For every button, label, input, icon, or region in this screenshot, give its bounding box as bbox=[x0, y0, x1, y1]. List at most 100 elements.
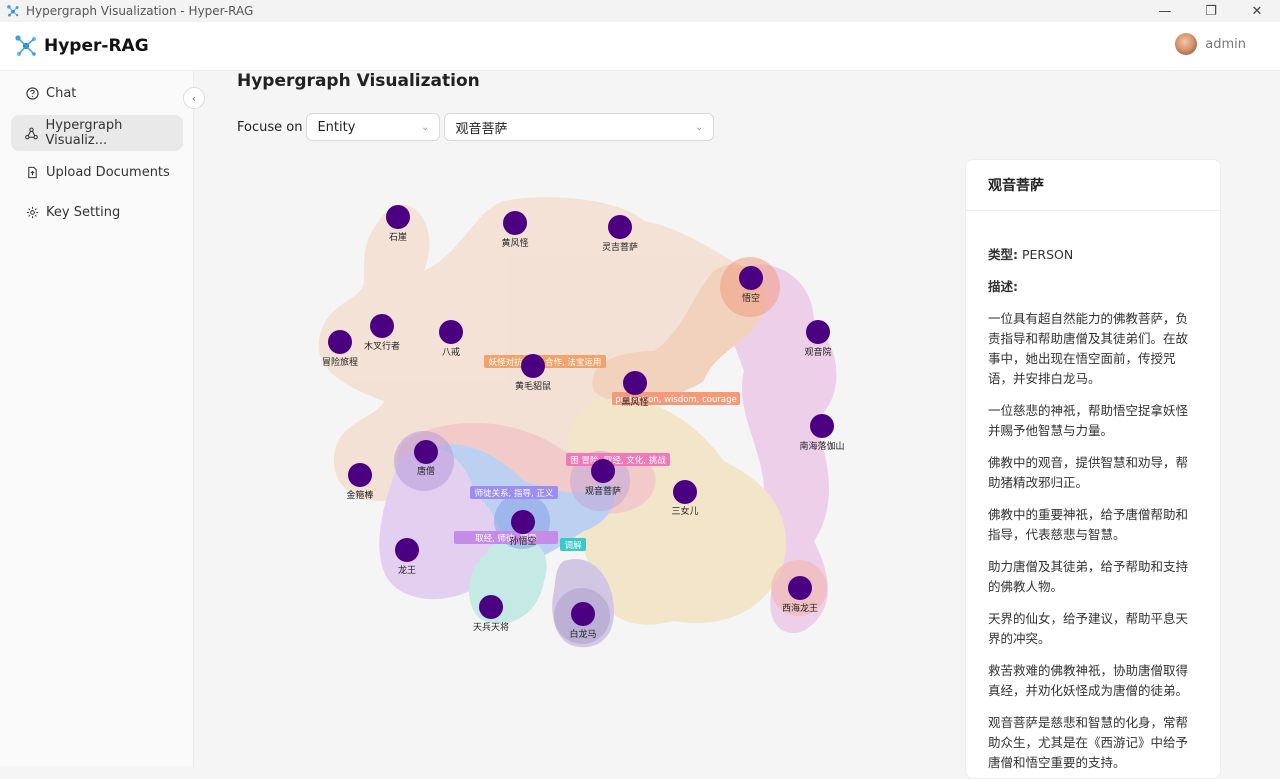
minimize-icon[interactable]: — bbox=[1142, 0, 1188, 22]
entity-description: 助力唐僧及其徒弟，给予帮助和支持的佛教人物。 bbox=[988, 559, 1189, 594]
focus-controls: Focuse on Entity ⌄ 观音菩萨 ⌄ bbox=[237, 113, 715, 141]
node-label: 冒险旅程 bbox=[322, 356, 358, 368]
graph-node[interactable]: 悟空 bbox=[739, 266, 763, 304]
node-dot[interactable] bbox=[673, 480, 697, 504]
entity-description: 一位具有超自然能力的佛教菩萨，负责指导和帮助唐僧及其徒弟们。在故事中，她出现在悟… bbox=[988, 311, 1189, 386]
user-menu[interactable]: admin bbox=[1175, 33, 1246, 55]
node-dot[interactable] bbox=[439, 320, 463, 344]
node-label: 木叉行者 bbox=[364, 340, 400, 352]
app-header: Hyper-RAG admin bbox=[0, 22, 1280, 71]
node-label: 孙悟空 bbox=[509, 535, 536, 547]
node-dot[interactable] bbox=[328, 330, 352, 354]
graph-node[interactable]: 孙悟空 bbox=[509, 510, 537, 547]
graph-node[interactable]: 黑风怪 bbox=[621, 371, 649, 408]
node-dot[interactable] bbox=[788, 576, 812, 600]
node-label: 天兵天将 bbox=[473, 621, 509, 633]
entity-description: 救苦救难的佛教神祇，协助唐僧取得真经，并劝化妖怪成为唐僧的徒弟。 bbox=[988, 663, 1189, 698]
entity-desc-label: 描述: bbox=[988, 279, 1018, 294]
node-label: 龙王 bbox=[398, 564, 416, 576]
node-label: 八戒 bbox=[442, 346, 460, 358]
sidebar-item-label: Hypergraph Visualiz... bbox=[45, 118, 123, 148]
app-logo-icon bbox=[15, 35, 37, 57]
node-dot[interactable] bbox=[739, 266, 763, 290]
entity-detail-body: 类型: PERSON 描述: 一位具有超自然能力的佛教菩萨，负责指导和帮助唐僧及… bbox=[966, 211, 1220, 773]
entity-description: 一位慈悲的神祇，帮助悟空捉拿妖怪并赐予他智慧与力量。 bbox=[988, 403, 1189, 438]
sidebar-item-label: Chat bbox=[46, 85, 77, 101]
hypergraph-icon bbox=[25, 126, 39, 140]
node-label: 观音菩萨 bbox=[585, 485, 621, 497]
sidebar-item-label: Key Setting bbox=[46, 204, 121, 220]
chevron-down-icon: ⌄ bbox=[421, 121, 430, 133]
entity-detail-title: 观音菩萨 bbox=[966, 160, 1220, 211]
edge-tag-label: 师徒关系, 指导, 正义 bbox=[475, 488, 554, 499]
node-dot[interactable] bbox=[414, 440, 438, 464]
avatar[interactable] bbox=[1175, 33, 1198, 55]
node-label: 三女儿 bbox=[671, 505, 698, 517]
node-dot[interactable] bbox=[571, 602, 595, 626]
graph-node[interactable]: 龙王 bbox=[395, 538, 419, 576]
close-icon[interactable]: ✕ bbox=[1234, 0, 1280, 22]
node-label: 黄毛貂鼠 bbox=[515, 380, 551, 392]
focus-label: Focuse on bbox=[237, 119, 303, 135]
graph-node[interactable]: 金箍棒 bbox=[346, 463, 374, 501]
node-dot[interactable] bbox=[608, 215, 632, 239]
node-dot[interactable] bbox=[623, 371, 647, 395]
entity-description: 观音菩萨是慈悲和智慧的化身，常帮助众生，尤其是在《西游记》中给予唐僧和悟空重要的… bbox=[988, 715, 1189, 770]
node-dot[interactable] bbox=[806, 320, 830, 344]
entity-type-row: 类型: PERSON bbox=[988, 245, 1198, 265]
entity-select-value: 观音菩萨 bbox=[455, 121, 508, 137]
node-dot[interactable] bbox=[511, 510, 535, 534]
chevron-left-icon: ‹ bbox=[191, 91, 197, 105]
node-label: 唐僧 bbox=[417, 465, 435, 477]
sidebar-item-hypergraph[interactable]: Hypergraph Visualiz... bbox=[11, 115, 183, 151]
node-label: 悟空 bbox=[742, 292, 760, 304]
main-content: Hypergraph Visualization Focuse on Entit… bbox=[194, 71, 1280, 779]
graph-node[interactable]: 三女儿 bbox=[671, 480, 699, 517]
sidebar-item-key-setting[interactable]: Key Setting bbox=[11, 194, 183, 230]
node-label: 西海龙王 bbox=[782, 602, 818, 614]
sidebar-item-upload[interactable]: Upload Documents bbox=[11, 154, 183, 190]
brand[interactable]: Hyper-RAG bbox=[14, 34, 149, 58]
focus-type-select[interactable]: Entity ⌄ bbox=[306, 113, 441, 141]
entity-select[interactable]: 观音菩萨 ⌄ bbox=[444, 113, 715, 141]
node-dot[interactable] bbox=[395, 538, 419, 562]
sidebar-item-chat[interactable]: Chat bbox=[11, 75, 183, 111]
edge-tag-label: 困 冒险, 取经, 文化, 挑战 bbox=[570, 455, 666, 466]
graph-node[interactable]: 黄风怪 bbox=[501, 211, 529, 249]
sidebar-item-label: Upload Documents bbox=[46, 164, 170, 180]
node-dot[interactable] bbox=[591, 459, 615, 483]
node-dot[interactable] bbox=[370, 314, 394, 338]
node-dot[interactable] bbox=[810, 414, 834, 438]
page-title: Hypergraph Visualization bbox=[237, 71, 480, 91]
node-dot[interactable] bbox=[503, 211, 527, 235]
gear-icon bbox=[25, 205, 39, 219]
hypergraph-canvas[interactable]: 妖怪对抗, 团队合作, 法宝运用 protection, wisdom, cou… bbox=[294, 161, 894, 761]
node-label: 黄风怪 bbox=[501, 237, 528, 249]
node-label: 金箍棒 bbox=[346, 489, 373, 501]
help-circle-icon bbox=[25, 86, 39, 100]
node-label: 黑风怪 bbox=[621, 396, 648, 408]
restore-icon[interactable]: ❐ bbox=[1188, 0, 1234, 22]
node-label: 灵吉菩萨 bbox=[602, 241, 638, 253]
edge-tag-label: 妖怪对抗, 团队合作, 法宝运用 bbox=[489, 357, 602, 368]
graph-node[interactable]: 观音院 bbox=[804, 320, 832, 358]
graph-node[interactable]: 唐僧 bbox=[414, 440, 438, 477]
chevron-down-icon: ⌄ bbox=[695, 121, 704, 133]
graph-node[interactable]: 白龙马 bbox=[569, 602, 597, 640]
entity-type-label: 类型: bbox=[988, 247, 1018, 262]
node-label: 观音院 bbox=[804, 346, 831, 358]
window-controls: — ❐ ✕ bbox=[1142, 0, 1280, 22]
app-name: Hyper-RAG bbox=[44, 36, 149, 56]
focus-type-value: Entity bbox=[317, 119, 356, 135]
entity-description: 天界的仙女，给予建议，帮助平息天界的冲突。 bbox=[988, 611, 1189, 646]
sidebar-collapse-button[interactable]: ‹ bbox=[183, 87, 205, 109]
node-dot[interactable] bbox=[479, 595, 503, 619]
entity-type-value: PERSON bbox=[1021, 247, 1074, 262]
node-dot[interactable] bbox=[386, 205, 410, 229]
node-dot[interactable] bbox=[521, 354, 545, 378]
node-dot[interactable] bbox=[348, 463, 372, 487]
entity-detail-panel: 观音菩萨 类型: PERSON 描述: 一位具有超自然能力的佛教菩萨，负责指导和… bbox=[965, 159, 1221, 779]
window-title: Hypergraph Visualization - Hyper-RAG bbox=[26, 4, 254, 18]
graph-node[interactable]: 八戒 bbox=[439, 320, 463, 358]
graph-node[interactable]: 石崖 bbox=[386, 205, 410, 243]
